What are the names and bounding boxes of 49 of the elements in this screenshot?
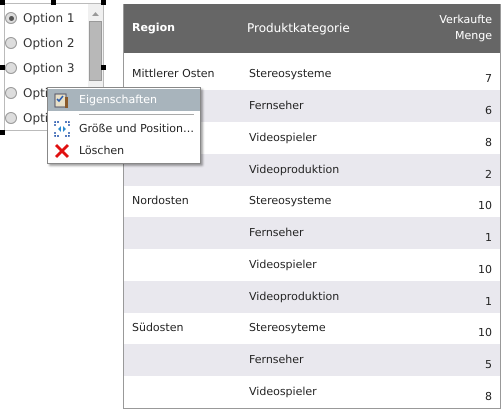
table-cell-text: 2	[484, 166, 492, 183]
table-cell-text: Videoproduktion	[249, 288, 340, 305]
table-cell-text: 10	[477, 325, 492, 342]
column-header: Region	[132, 20, 176, 36]
selection-handle[interactable]	[0, 0, 5, 5]
table-cell-text: Fernseher	[249, 352, 305, 368]
table-cell-text: Videospieler	[249, 256, 318, 273]
table-cell: Mittlerer Osten	[132, 67, 215, 80]
option-label: Option 2	[23, 35, 74, 52]
table-cell-text: Fernseher	[249, 225, 305, 242]
radio-button[interactable]	[5, 86, 17, 99]
selection-handle[interactable]	[101, 65, 106, 70]
table-cell-text: 10	[477, 198, 492, 214]
delete-icon	[53, 142, 71, 160]
table-cell-text: Stereosysteme	[249, 66, 332, 82]
table-cell-text: 5	[484, 357, 492, 374]
table-cell-text: Videospieler	[249, 130, 318, 146]
table-cell-text: 10	[477, 262, 492, 278]
table-cell: Südosten	[132, 321, 184, 334]
table-cell-text: 8	[484, 134, 492, 151]
table-cell-text: 8	[484, 388, 492, 405]
resize-icon	[53, 120, 71, 138]
table-cell-text: Videoproduktion	[249, 162, 340, 178]
menu-item[interactable]: Löschen	[48, 140, 200, 162]
option-label: Opti	[23, 84, 48, 102]
selection-handle[interactable]	[0, 130, 5, 135]
table-cell-text: Fernseher	[249, 98, 305, 114]
properties-icon	[53, 91, 71, 109]
table-cell-text: 6	[484, 102, 492, 119]
table-cell-text: Stereosysteme	[249, 193, 332, 210]
radio-button[interactable]	[5, 112, 17, 124]
radio-button[interactable]	[5, 37, 17, 50]
table-cell-text: Videospieler	[249, 384, 318, 400]
radio-button[interactable]	[5, 62, 17, 74]
table-cell: Nordosten	[132, 194, 189, 208]
table-cell-text: 1	[484, 294, 492, 310]
option-label: Option 1	[23, 10, 74, 28]
table-cell-text: Stereosyteme	[249, 320, 327, 336]
option-label: Option 3	[23, 60, 74, 77]
option-label: Opti	[23, 110, 48, 127]
radio-button[interactable]	[5, 12, 17, 24]
selection-handle[interactable]	[101, 0, 106, 5]
scroll-up-icon[interactable]	[91, 10, 100, 18]
selection-handle[interactable]	[0, 65, 5, 70]
table-cell-text: 7	[484, 71, 492, 88]
column-header: Verkaufte Menge	[438, 12, 492, 44]
selection-handle[interactable]	[51, 0, 56, 5]
table-cell-text: 1	[484, 230, 492, 246]
column-header: Produktkategorie	[247, 20, 351, 38]
